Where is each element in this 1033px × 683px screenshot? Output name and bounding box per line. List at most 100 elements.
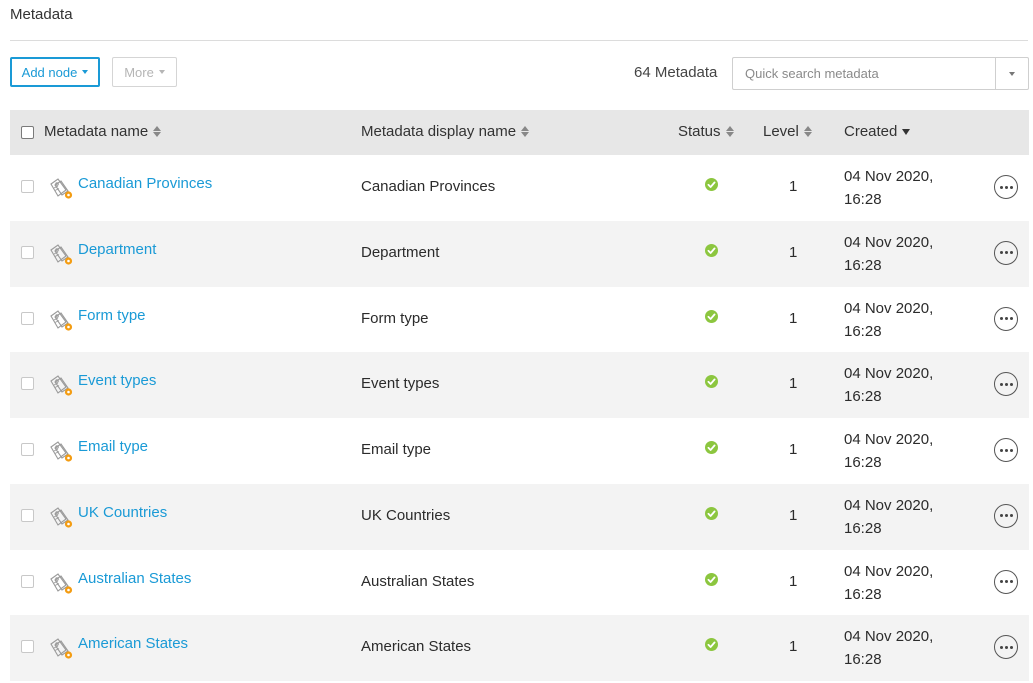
created-time: 16:28 <box>844 322 882 340</box>
metadata-display-name: American States <box>361 638 472 656</box>
ellipsis-dot <box>1009 514 1013 518</box>
row-actions-button[interactable] <box>994 306 1018 331</box>
created-date: 04 Nov 2020, <box>844 431 934 448</box>
metadata-tag-icon <box>50 375 73 396</box>
metadata-name-link[interactable]: Australian States <box>78 570 191 587</box>
column-header-created[interactable]: Created <box>844 123 911 140</box>
row-actions-button[interactable] <box>994 569 1018 594</box>
check-circle-icon <box>705 506 718 520</box>
ellipsis-dot <box>1004 185 1008 189</box>
chevron-down-icon <box>1009 71 1015 76</box>
ellipsis-dot <box>999 317 1003 320</box>
chevron-down-icon <box>82 70 89 74</box>
column-header-name[interactable]: Metadata name <box>44 123 162 140</box>
metadata-created: 04 Nov 2020, 16:28 <box>844 362 933 408</box>
metadata-tag-icon <box>50 638 73 659</box>
check-circle-icon <box>705 243 718 257</box>
more-label: More <box>124 64 154 80</box>
ellipsis-dot <box>999 251 1003 255</box>
metadata-name-link[interactable]: Email type <box>78 438 148 455</box>
metadata-level: 1 <box>789 178 798 195</box>
created-date: 04 Nov 2020, <box>844 233 934 251</box>
row-actions-button[interactable] <box>994 175 1018 199</box>
sort-icon <box>153 126 162 137</box>
column-header-level[interactable]: Level <box>763 123 812 140</box>
search-dropdown-button[interactable] <box>995 57 1029 90</box>
table-row: Australian States Australian States 1 04… <box>10 549 1029 616</box>
row-checkbox[interactable] <box>21 508 34 522</box>
check-circle-icon <box>705 375 718 389</box>
metadata-count: 64 Metadata <box>634 64 718 81</box>
metadata-tag-icon <box>50 243 73 265</box>
metadata-display-name: Event types <box>361 375 440 393</box>
table-body: Canadian Provinces Canadian Provinces 1 … <box>10 155 1029 681</box>
row-checkbox[interactable] <box>21 640 34 654</box>
ellipsis-dot <box>1009 580 1013 583</box>
metadata-created: 04 Nov 2020, 16:28 <box>844 165 933 211</box>
created-date: 04 Nov 2020, <box>844 299 934 317</box>
created-date: 04 Nov 2020, <box>844 562 934 580</box>
check-circle-icon <box>705 638 718 652</box>
metadata-tag-icon <box>50 441 73 462</box>
more-button[interactable]: More <box>112 57 177 87</box>
ellipsis-dot <box>1004 382 1008 386</box>
row-actions-button[interactable] <box>994 438 1018 462</box>
check-circle-icon <box>705 178 718 191</box>
select-all-checkbox[interactable] <box>21 126 34 139</box>
created-time: 16:28 <box>844 191 882 208</box>
row-actions-button[interactable] <box>994 503 1018 528</box>
row-actions-button[interactable] <box>994 372 1018 397</box>
row-actions-button[interactable] <box>994 240 1018 265</box>
ellipsis-dot <box>1009 251 1013 255</box>
ellipsis-dot <box>1009 448 1013 452</box>
ellipsis-dot <box>999 382 1003 386</box>
metadata-tag-icon <box>50 309 73 331</box>
chevron-down-icon <box>158 70 165 74</box>
metadata-display-name: Email type <box>361 441 432 458</box>
row-checkbox[interactable] <box>21 311 34 325</box>
metadata-name-link[interactable]: Event types <box>78 372 156 389</box>
metadata-name-link[interactable]: Form type <box>78 307 146 324</box>
row-checkbox[interactable] <box>21 377 34 391</box>
column-header-status[interactable]: Status <box>678 123 734 140</box>
metadata-level: 1 <box>789 572 798 590</box>
row-actions-button[interactable] <box>994 635 1018 660</box>
metadata-created: 04 Nov 2020, 16:28 <box>844 297 933 343</box>
ellipsis-dot <box>1004 514 1008 518</box>
created-time: 16:28 <box>844 454 882 471</box>
add-node-button[interactable]: Add node <box>10 57 100 87</box>
created-time: 16:28 <box>844 388 882 406</box>
metadata-name-link[interactable]: Department <box>78 241 156 258</box>
metadata-name-link[interactable]: American States <box>78 635 188 652</box>
row-checkbox[interactable] <box>21 180 34 193</box>
title-divider <box>10 40 1028 41</box>
metadata-display-name: UK Countries <box>361 506 451 524</box>
table-header: Metadata name Metadata display name Stat… <box>10 110 1029 155</box>
metadata-display-name: Form type <box>361 309 429 327</box>
created-time: 16:28 <box>844 651 882 669</box>
quick-search-input[interactable] <box>732 57 996 90</box>
sort-descending-icon <box>902 128 911 135</box>
ellipsis-dot <box>1004 580 1008 583</box>
table-row: UK Countries UK Countries 1 04 Nov 2020,… <box>10 483 1029 550</box>
ellipsis-dot <box>1009 382 1013 386</box>
metadata-name-link[interactable]: UK Countries <box>78 504 167 521</box>
ellipsis-dot <box>1004 317 1008 320</box>
metadata-name-link[interactable]: Canadian Provinces <box>78 175 212 192</box>
row-checkbox[interactable] <box>21 245 34 259</box>
ellipsis-dot <box>999 185 1003 189</box>
ellipsis-dot <box>1004 251 1008 255</box>
column-header-display-name[interactable]: Metadata display name <box>361 123 530 140</box>
table-row: Email type Email type 1 04 Nov 2020, 16:… <box>10 418 1029 484</box>
ellipsis-dot <box>999 514 1003 518</box>
row-checkbox[interactable] <box>21 443 34 456</box>
metadata-tag-icon <box>50 506 73 528</box>
column-header-label: Created <box>844 123 898 140</box>
ellipsis-dot <box>1009 185 1013 189</box>
column-header-label: Metadata name <box>44 123 149 140</box>
metadata-display-name: Australian States <box>361 572 475 590</box>
row-checkbox[interactable] <box>21 574 34 588</box>
column-header-label: Metadata display name <box>361 123 517 140</box>
table-row: Form type Form type 1 04 Nov 2020, 16:28 <box>10 286 1029 353</box>
created-time: 16:28 <box>844 256 882 274</box>
